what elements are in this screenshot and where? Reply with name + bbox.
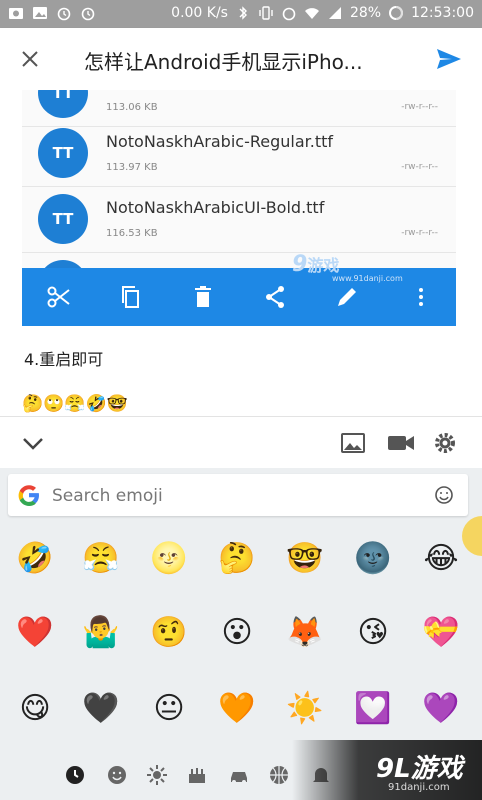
app-bar: 怎样让Android手机显示iPho...: [0, 28, 482, 90]
emoji-key[interactable]: 😘: [348, 608, 398, 658]
emoji-key[interactable]: 🌚: [348, 534, 398, 584]
share-icon[interactable]: [262, 284, 288, 310]
nature-category-icon[interactable]: [146, 764, 168, 786]
gear-icon[interactable]: [432, 431, 458, 455]
signal-icon: [328, 7, 341, 19]
file-row[interactable]: TT NotoNaskhArabic-Regular.ttf 113.97 KB…: [22, 120, 456, 187]
alarm-icon-3: [282, 7, 296, 21]
send-icon[interactable]: [436, 47, 462, 71]
copy-icon[interactable]: [118, 284, 144, 310]
cut-icon[interactable]: [46, 284, 72, 310]
file-size: 113.06 KB: [106, 102, 158, 113]
smiley-icon[interactable]: [434, 485, 454, 505]
alarm-icon: [57, 7, 71, 21]
file-size: 113.97 KB: [106, 162, 158, 173]
delete-icon[interactable]: [190, 284, 216, 310]
smileys-category-icon[interactable]: [106, 764, 128, 786]
emoji-key[interactable]: 😂: [416, 534, 466, 584]
site-watermark: 9游戏 www.91danji.com: [292, 252, 403, 284]
network-speed: 0.00 K/s: [171, 5, 228, 21]
emoji-key[interactable]: 😮: [212, 608, 262, 658]
file-size: 116.53 KB: [106, 228, 158, 239]
vibrate-icon: [259, 6, 273, 20]
keyboard-toolbar: [0, 416, 482, 469]
status-left-icons: [8, 5, 96, 21]
emoji-key[interactable]: 💟: [348, 684, 398, 734]
wifi-icon: [304, 8, 319, 19]
emoji-key[interactable]: 🌝: [144, 534, 194, 584]
file-name: NotoNaskhArabicUI-Bold.ttf: [106, 198, 325, 217]
corner-watermark-brand: 9L游戏: [376, 754, 463, 784]
travel-category-icon[interactable]: [228, 764, 250, 786]
file-permissions: -rw-r--r--: [401, 102, 438, 112]
food-category-icon[interactable]: [186, 764, 208, 786]
image-icon: [33, 7, 47, 19]
emoji-key[interactable]: 🧡: [212, 684, 262, 734]
emoji-key[interactable]: 💝: [416, 608, 466, 658]
emoji-key[interactable]: 😐: [144, 684, 194, 734]
video-icon[interactable]: [386, 431, 416, 455]
emoji-key[interactable]: 🤓: [280, 534, 330, 584]
font-file-icon: TT: [38, 194, 88, 244]
recent-clock-icon[interactable]: [64, 764, 86, 786]
image-icon[interactable]: [340, 431, 366, 455]
watermark-logo: 9: [292, 252, 308, 277]
file-row[interactable]: TT NotoNaskhArabicUI-Bold.ttf 116.53 KB …: [22, 186, 456, 253]
file-name: NotoNaskhArabic-Regular.ttf: [106, 132, 333, 151]
status-bar: 0.00 K/s 28% 12:53:00: [0, 0, 482, 28]
emoji-key[interactable]: 🤷‍♂️: [76, 608, 126, 658]
emoji-key[interactable]: 🤣: [10, 534, 60, 584]
page-title: 怎样让Android手机显示iPho...: [84, 50, 363, 74]
emoji-key[interactable]: 🤨: [144, 608, 194, 658]
google-icon: [18, 485, 39, 506]
file-permissions: -rw-r--r--: [401, 162, 438, 172]
screenshot-icon: [9, 8, 23, 19]
emoji-key[interactable]: 🤔: [212, 534, 262, 584]
emoji-search-input[interactable]: [50, 481, 424, 511]
watermark-brand: 游戏: [307, 256, 340, 275]
corner-watermark: 9L游戏 91danji.com: [292, 740, 482, 800]
edit-icon[interactable]: [334, 284, 360, 310]
alarm-icon-2: [81, 7, 95, 21]
battery-icon: [389, 6, 404, 20]
inline-emojis: 🤔🙄😤🤣🤓: [22, 394, 128, 414]
emoji-key[interactable]: 🦊: [280, 608, 330, 658]
battery-percent: 28%: [349, 5, 382, 21]
clock: 12:53:00: [411, 5, 474, 21]
post-content: TT 113.06 KB -rw-r--r-- TT NotoNaskhArab…: [0, 90, 482, 416]
watermark-url: www.91danji.com: [332, 274, 403, 283]
status-right-icons: 0.00 K/s 28% 12:53:00: [171, 5, 474, 21]
emoji-key[interactable]: 💜: [416, 684, 466, 734]
bluetooth-icon: [239, 6, 247, 20]
more-vert-icon[interactable]: [408, 284, 434, 310]
corner-watermark-url: 91danji.com: [388, 782, 450, 793]
emoji-key[interactable]: 😤: [76, 534, 126, 584]
chevron-down-icon[interactable]: [20, 431, 46, 455]
activity-category-icon[interactable]: [268, 764, 290, 786]
emoji-key[interactable]: 😋: [10, 684, 60, 734]
emoji-key[interactable]: ☀️: [280, 684, 330, 734]
close-icon[interactable]: [18, 47, 42, 71]
font-file-icon: TT: [38, 128, 88, 178]
file-permissions: -rw-r--r--: [401, 228, 438, 238]
emoji-key[interactable]: 🖤: [76, 684, 126, 734]
font-file-icon: TT: [38, 90, 88, 118]
emoji-search-bar: [8, 474, 468, 516]
step-text: 4.重启即可: [24, 350, 104, 369]
emoji-key[interactable]: ❤️: [10, 608, 60, 658]
